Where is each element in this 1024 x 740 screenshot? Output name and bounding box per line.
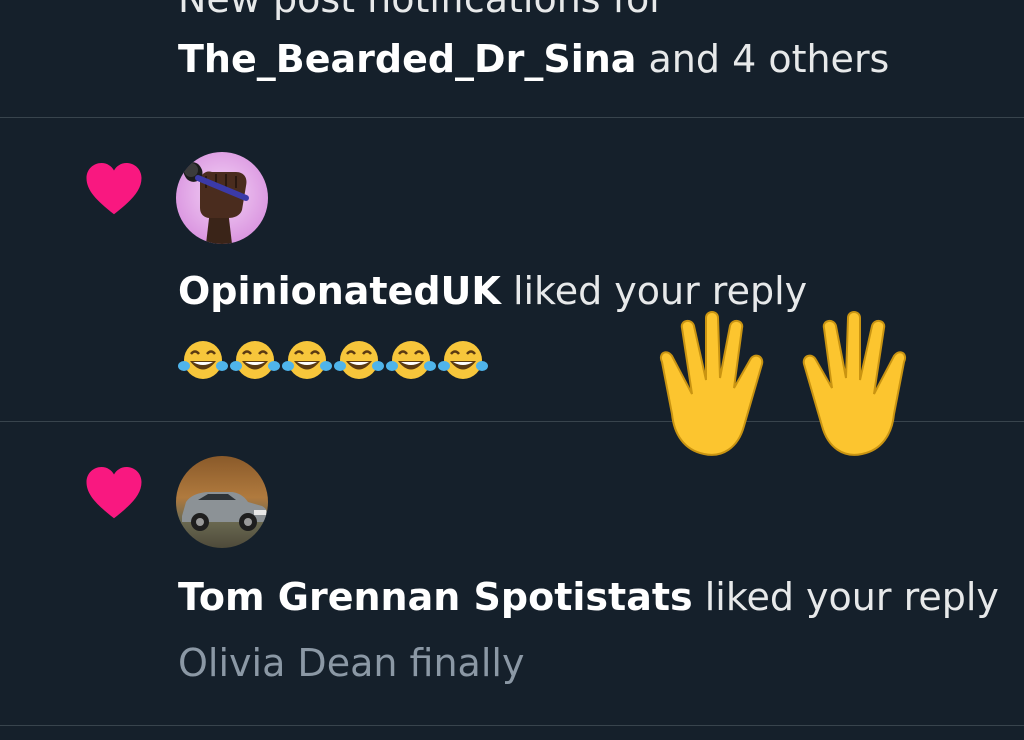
heart-icon: [86, 467, 142, 519]
tears-of-joy-emoji-icon: [438, 341, 488, 379]
avatar[interactable]: [176, 456, 268, 548]
divider: [0, 117, 1024, 118]
tears-of-joy-emoji-icon: [334, 341, 384, 379]
notification-action: liked your reply: [500, 269, 808, 313]
reply-preview-text: Olivia Dean finally: [178, 641, 525, 685]
notification-user-link[interactable]: The_Bearded_Dr_Sina: [178, 37, 636, 81]
tears-of-joy-emoji-icon: [386, 341, 436, 379]
notification-line1: New post notifications for: [178, 0, 665, 22]
notification-text: Tom Grennan Spotistats liked your reply: [178, 574, 999, 620]
tears-of-joy-emoji-icon: [178, 341, 228, 379]
vintage-car-avatar-icon: [176, 456, 268, 548]
raised-hands-icon: [660, 311, 906, 456]
reply-preview: 😂😂😂😂😂😂: [178, 338, 488, 382]
raised-fist-microphone-avatar-icon: [176, 152, 268, 244]
notification-user-link[interactable]: OpinionatedUK: [178, 269, 501, 313]
avatar[interactable]: [176, 152, 268, 244]
notifications-page: New post notifications for The_Bearded_D…: [0, 0, 1024, 740]
tears-of-joy-emoji-icon: [282, 341, 332, 379]
tears-of-joy-emoji-icon: [230, 341, 280, 379]
notification-user-link[interactable]: Tom Grennan Spotistats: [178, 575, 693, 619]
notification-action: liked your reply: [692, 575, 999, 619]
notification-line2: The_Bearded_Dr_Sina and 4 others: [178, 36, 889, 82]
heart-icon: [86, 163, 142, 215]
notification-rest-text: and 4 others: [636, 37, 890, 81]
divider: [0, 725, 1024, 726]
